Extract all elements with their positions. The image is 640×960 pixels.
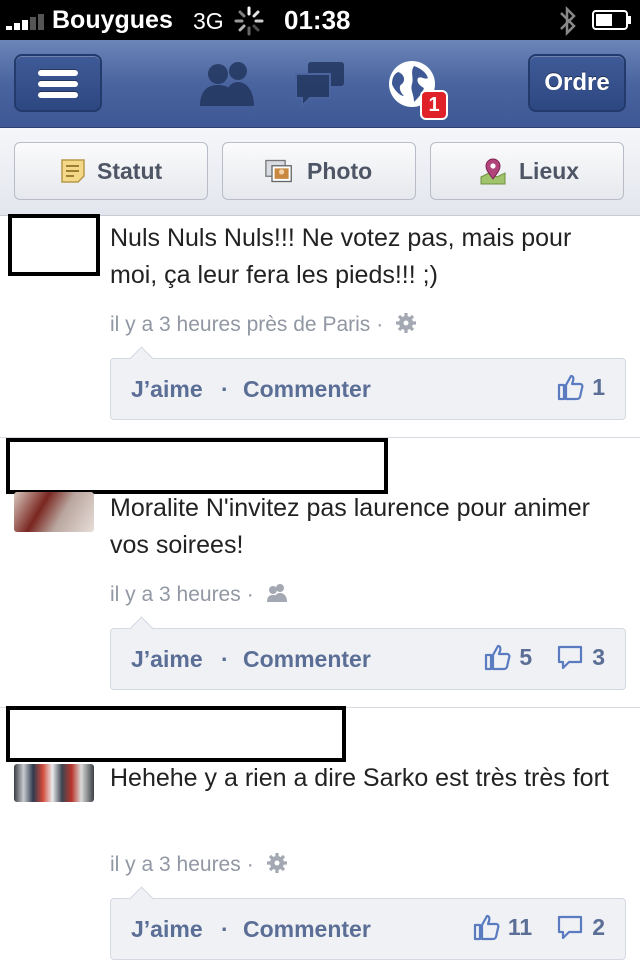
comment-button[interactable]: Commenter	[243, 646, 371, 673]
status-button-label: Statut	[97, 158, 163, 184]
comment-bubble-icon	[558, 645, 583, 670]
post-counts[interactable]: 11 2	[472, 913, 605, 941]
menu-button[interactable]	[14, 54, 102, 112]
separator-dot: ·	[221, 916, 229, 942]
redacted-name	[6, 706, 346, 762]
status-button[interactable]: Statut	[14, 142, 208, 200]
avatar[interactable]	[14, 764, 94, 802]
like-button[interactable]: J’aime	[131, 916, 203, 943]
redacted-avatar	[8, 214, 100, 276]
battery-icon	[592, 10, 631, 30]
comment-button[interactable]: Commenter	[243, 376, 371, 403]
post-timestamp[interactable]: il y a 3 heures	[110, 853, 241, 876]
post-actions: J’aime · Commenter 1	[110, 358, 626, 420]
status-note-icon	[61, 159, 85, 183]
photo-icon	[265, 159, 292, 183]
photo-button[interactable]: Photo	[222, 142, 416, 200]
composer-bar: Statut Photo Lieux	[0, 128, 640, 216]
post-timestamp[interactable]: il y a 3 heures près de Paris	[110, 313, 370, 336]
post-timestamp[interactable]: il y a 3 heures	[110, 583, 241, 606]
friends-icon[interactable]	[266, 582, 288, 604]
map-pin-icon	[480, 158, 506, 185]
status-bar: Bouygues 3G 01:38	[0, 0, 640, 40]
hamburger-icon	[38, 70, 78, 103]
post-meta: il y a 3 heures près de Paris ·	[110, 312, 417, 337]
post-counts[interactable]: 5 3	[483, 643, 605, 671]
photo-button-label: Photo	[307, 158, 373, 184]
thumbs-up-icon	[558, 374, 584, 401]
feed-post: Hehehe y a rien a dire Sarko est très tr…	[0, 706, 640, 960]
post-actions: J’aime · Commenter 11 2	[110, 898, 626, 960]
carrier-name: Bouygues	[52, 6, 173, 34]
comment-button[interactable]: Commenter	[243, 916, 371, 943]
separator-dot: ·	[221, 646, 229, 672]
notification-badge: 1	[420, 90, 448, 120]
places-button-label: Lieux	[519, 158, 580, 184]
comment-count: 3	[592, 643, 605, 670]
like-count: 1	[592, 373, 605, 400]
like-count: 5	[519, 643, 533, 670]
post-text: Nuls Nuls Nuls!!! Ne votez pas, mais pou…	[110, 224, 572, 289]
network-type: 3G	[193, 8, 224, 34]
like-button[interactable]: J’aime	[131, 646, 203, 673]
redacted-name	[6, 438, 388, 494]
gear-icon[interactable]	[395, 312, 417, 334]
messages-icon[interactable]	[294, 58, 346, 108]
post-meta: il y a 3 heures ·	[110, 582, 288, 607]
activity-spinner-icon	[234, 6, 264, 36]
post-text: Moralite N'invitez pas laurence pour ani…	[110, 494, 590, 559]
avatar[interactable]	[14, 492, 94, 532]
signal-strength-icon	[6, 12, 46, 30]
friend-requests-icon[interactable]	[198, 58, 258, 108]
bluetooth-icon	[560, 5, 576, 37]
order-button[interactable]: Ordre	[528, 54, 626, 112]
like-count: 11	[507, 913, 533, 940]
feed-post: Moralite N'invitez pas laurence pour ani…	[0, 438, 640, 708]
gear-icon[interactable]	[266, 852, 288, 874]
post-actions: J’aime · Commenter 5 3	[110, 628, 626, 690]
comment-count: 2	[592, 913, 605, 940]
places-button[interactable]: Lieux	[430, 142, 624, 200]
like-button[interactable]: J’aime	[131, 376, 203, 403]
thumbs-up-icon	[485, 644, 511, 671]
post-counts[interactable]: 1	[556, 373, 605, 401]
comment-bubble-icon	[558, 915, 583, 940]
navigation-bar: 1 Ordre	[0, 40, 640, 128]
thumbs-up-icon	[473, 914, 500, 941]
clock: 01:38	[284, 5, 351, 35]
post-meta: il y a 3 heures ·	[110, 852, 288, 877]
separator-dot: ·	[221, 376, 229, 402]
feed-post: Nuls Nuls Nuls!!! Ne votez pas, mais pou…	[0, 214, 640, 438]
post-text: Hehehe y a rien a dire Sarko est très tr…	[110, 764, 609, 792]
